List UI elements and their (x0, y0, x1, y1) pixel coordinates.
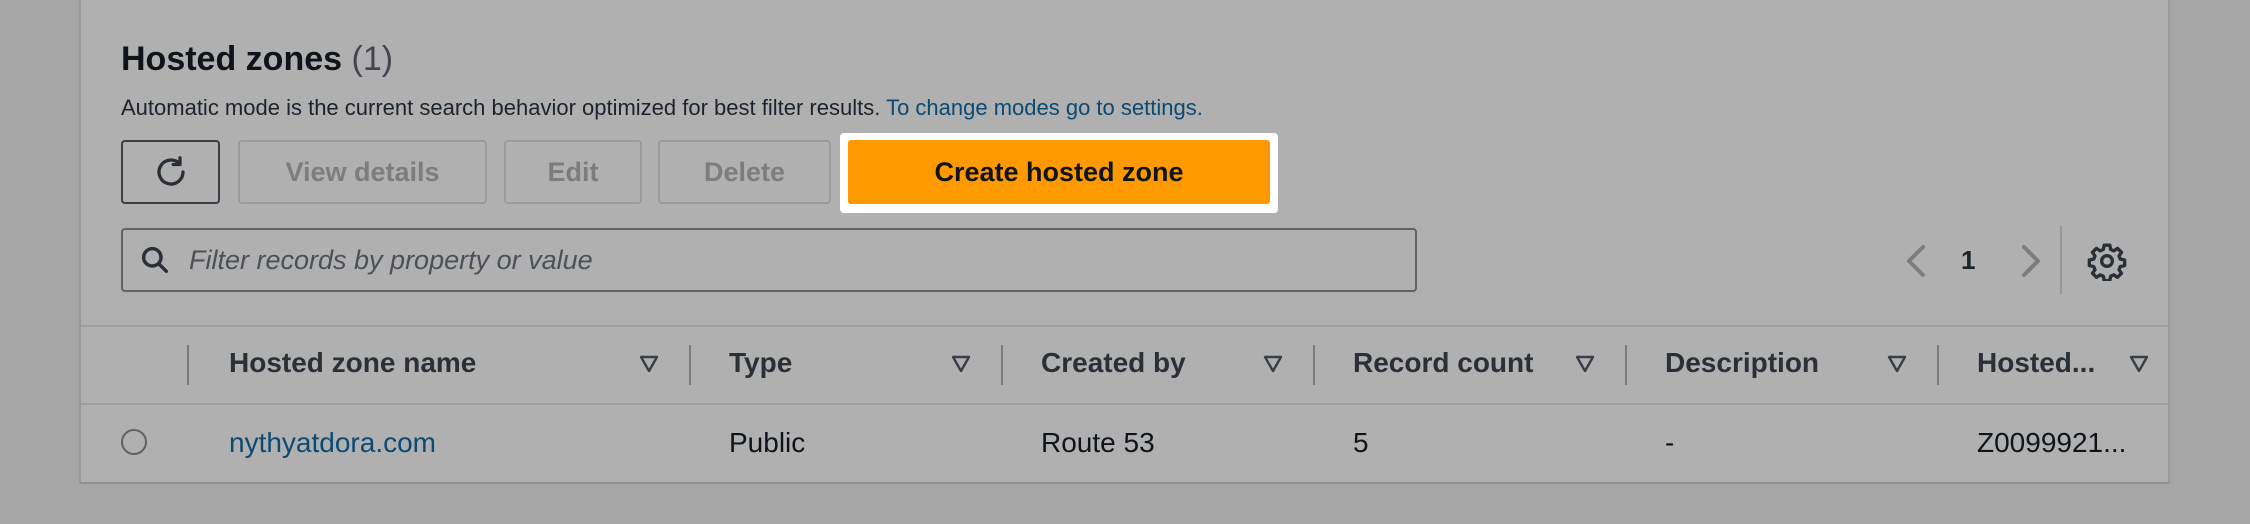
chevron-right-icon (2022, 245, 2040, 277)
sort-icon[interactable] (637, 352, 661, 376)
search-input[interactable] (187, 243, 1415, 277)
column-header-created-by[interactable]: Created by (1041, 347, 1186, 379)
column-divider (187, 345, 189, 385)
sort-icon[interactable] (1885, 352, 1909, 376)
column-divider[interactable] (1313, 345, 1315, 385)
column-divider[interactable] (689, 345, 691, 385)
view-details-button[interactable]: View details (238, 140, 487, 204)
previous-page-button[interactable] (1901, 241, 1931, 286)
title-text: Hosted zones (121, 40, 343, 78)
column-divider[interactable] (1001, 345, 1003, 385)
page-title: Hosted zones (1) (121, 40, 393, 79)
table-preferences-button[interactable] (2087, 241, 2127, 286)
column-divider[interactable] (1937, 345, 1939, 385)
column-header-type[interactable]: Type (729, 347, 792, 379)
current-page-number[interactable]: 1 (1961, 245, 1975, 276)
edit-button[interactable]: Edit (504, 140, 642, 204)
create-hosted-zone-button[interactable]: Create hosted zone (848, 140, 1270, 204)
cell-description: - (1665, 427, 1675, 458)
sort-icon[interactable] (1573, 352, 1597, 376)
next-page-button[interactable] (2016, 241, 2046, 286)
sort-icon[interactable] (949, 352, 973, 376)
search-icon (141, 246, 169, 274)
delete-button[interactable]: Delete (658, 140, 831, 204)
settings-link[interactable]: To change modes go to settings. (886, 95, 1203, 120)
hosted-zones-panel: Hosted zones (1) Automatic mode is the c… (79, 0, 2170, 484)
column-header-description[interactable]: Description (1665, 347, 1819, 379)
cell-hosted-zone-id: Z0099921... (1977, 427, 2127, 458)
hosted-zone-name-link[interactable]: nythyatdora.com (229, 427, 436, 459)
cell-type: Public (729, 427, 806, 458)
row-select-radio[interactable] (121, 429, 147, 455)
column-header-hosted-zone-id[interactable]: Hosted... (1977, 347, 2095, 379)
filter-search-box[interactable] (121, 228, 1417, 292)
column-header-hosted-zone-name[interactable]: Hosted zone name (229, 347, 476, 379)
zone-count: (1) (351, 40, 394, 78)
search-mode-description: Automatic mode is the current search beh… (121, 95, 1203, 121)
chevron-left-icon (1907, 245, 1925, 277)
cell-created-by: Route 53 (1041, 427, 1155, 458)
pager-divider (2060, 226, 2062, 294)
sort-icon[interactable] (1261, 352, 1285, 376)
refresh-button[interactable] (121, 140, 220, 204)
gear-icon (2087, 243, 2127, 283)
column-header-record-count[interactable]: Record count (1353, 347, 1533, 379)
header-bottom-border (81, 403, 2168, 405)
refresh-icon (156, 156, 185, 186)
column-divider[interactable] (1625, 345, 1627, 385)
description-text: Automatic mode is the current search beh… (121, 95, 881, 120)
cell-record-count: 5 (1353, 427, 1369, 458)
sort-icon[interactable] (2127, 352, 2151, 376)
